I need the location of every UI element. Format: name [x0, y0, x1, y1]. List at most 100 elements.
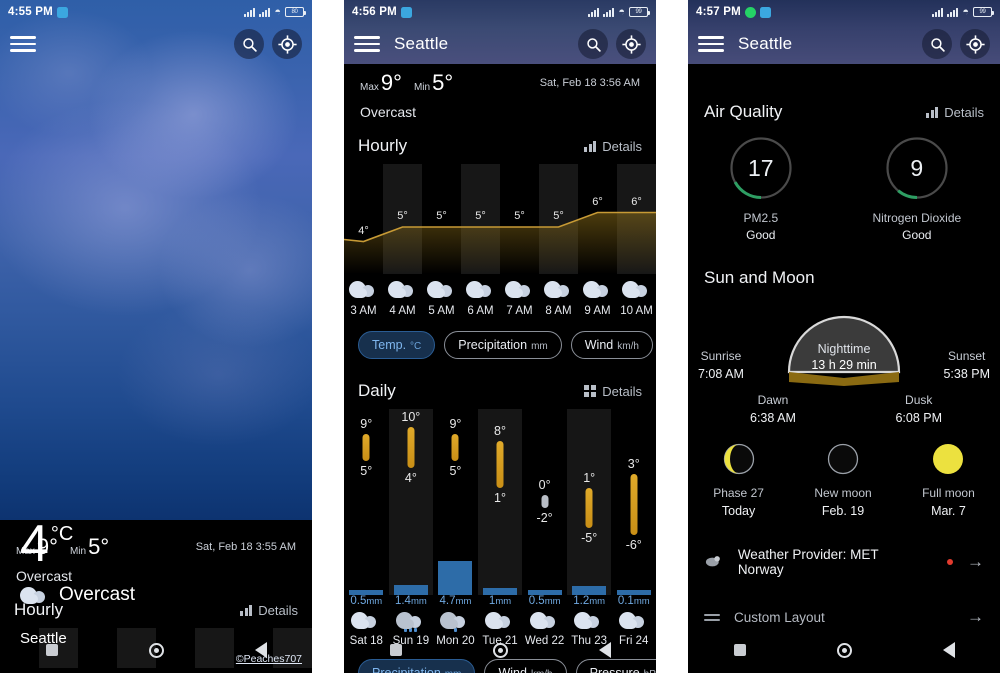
- crescent-moon-icon: [723, 443, 754, 475]
- weather-provider-row[interactable]: Weather Provider: MET Norway →: [688, 532, 1000, 592]
- location-button-1[interactable]: [272, 29, 302, 59]
- location-button-2[interactable]: [616, 29, 646, 59]
- daily-low-label: -5°: [581, 531, 598, 546]
- status-left-3: 4:57 PM: [696, 6, 771, 18]
- signal-icon-2: [603, 7, 615, 17]
- gauge-status: Good: [902, 228, 932, 242]
- weather-provider-label: Weather Provider: MET Norway: [737, 547, 879, 577]
- hourly-chip-temp-[interactable]: Temp. °C: [358, 331, 436, 359]
- daily-details-label: Details: [602, 383, 642, 399]
- message-badge-icon: [56, 6, 68, 18]
- hourly-temp-label: 5°: [397, 210, 408, 222]
- daily-precip-label: 0.1mm: [617, 595, 650, 607]
- daily-precip-bar: [438, 561, 473, 595]
- recents-icon[interactable]: [45, 644, 58, 656]
- signal-icon-2: [947, 7, 959, 17]
- back-icon[interactable]: [598, 642, 611, 658]
- daily-details-button[interactable]: Details: [584, 384, 642, 399]
- home-icon[interactable]: [148, 642, 164, 658]
- air-quality-gauge[interactable]: 17 PM2.5 Good: [727, 134, 795, 242]
- recents-icon[interactable]: [389, 644, 402, 656]
- back-icon[interactable]: [254, 642, 267, 658]
- daily-low-label: -2°: [536, 511, 553, 525]
- cloud-icon: [504, 280, 535, 299]
- daily-low-label: -6°: [625, 538, 642, 552]
- app-bar-3: Seattle: [688, 24, 1000, 64]
- daily-precip-bar: [483, 587, 518, 595]
- sky-background: [0, 0, 312, 520]
- daily-precip-bar: [572, 586, 607, 595]
- location-button-3[interactable]: [960, 29, 990, 59]
- status-time-2: 4:56 PM: [352, 6, 397, 18]
- phone-panel-1: 4:55 PM ◓ 80 4 °C Overcast Seattle ©Peac…: [0, 0, 312, 673]
- search-button-2[interactable]: [578, 29, 608, 59]
- search-button-1[interactable]: [234, 29, 264, 59]
- location-icon: [277, 34, 297, 54]
- daily-temp-bar: [451, 433, 459, 461]
- current-temperature: 4 °C: [20, 518, 135, 570]
- hourly-chip-wind[interactable]: Wind km/h: [570, 331, 653, 359]
- daily-chart[interactable]: 9° 5° 10° 4° 9° 5° 8° 1° 0° -2° 1° -5° 3° -6°: [344, 409, 656, 595]
- hourly-chip-precipitation[interactable]: Precipitation mm: [444, 331, 562, 359]
- back-icon[interactable]: [942, 642, 955, 658]
- min-value-2: 5°: [432, 70, 454, 95]
- chip-unit: °C: [410, 341, 422, 352]
- timestamp-label: Sat, Feb 18 3:55 AM: [195, 541, 296, 553]
- max-label-2: Max: [360, 82, 379, 93]
- gauge-status: Good: [746, 228, 776, 242]
- hamburger-icon[interactable]: [10, 31, 36, 57]
- hourly-time-label: 10 AM: [620, 305, 653, 317]
- hourly-time-label: 3 AM: [350, 305, 377, 317]
- recents-icon[interactable]: [733, 644, 746, 656]
- daily-low-label: 4°: [404, 470, 417, 485]
- home-icon[interactable]: [836, 642, 852, 658]
- daily-column: 8° 1°: [477, 409, 523, 595]
- app-bar-1: [0, 24, 312, 64]
- cloud-icon: [582, 280, 613, 299]
- status-right: ◓ 80: [244, 6, 306, 18]
- hourly-metric-chips[interactable]: Temp.°CPrecipitationmmWindkm/hPressurehP…: [344, 317, 656, 361]
- daily-temp-bar: [407, 427, 415, 468]
- status-bar-1: 4:55 PM ◓ 80: [0, 0, 312, 24]
- signal-icon-2: [259, 7, 271, 17]
- hamburger-icon[interactable]: [354, 31, 380, 57]
- dusk-time: 6:08 PM: [895, 411, 942, 426]
- daily-low-label: 5°: [449, 463, 462, 478]
- provider-status-dot: [947, 559, 953, 565]
- status-bar-3: 4:57 PM ◓ 99: [688, 0, 1000, 24]
- daily-precip-bar: [393, 584, 428, 595]
- search-button-3[interactable]: [922, 29, 952, 59]
- daily-precip-bar: [616, 590, 651, 595]
- home-icon[interactable]: [492, 642, 508, 658]
- daily-precip-label: 1.2mm: [573, 595, 606, 607]
- hamburger-icon[interactable]: [698, 31, 724, 57]
- air-quality-gauges: 17 PM2.5 Good 9 Nitrogen Dioxide Good: [688, 128, 1000, 242]
- daily-temp-bar: [541, 494, 549, 508]
- sun-moon-head: Sun and Moon: [688, 242, 1000, 294]
- panel-gap-1: [312, 0, 344, 673]
- hourly-time-label: 5 AM: [428, 305, 455, 317]
- air-quality-title: Air Quality: [704, 102, 783, 121]
- dusk-group: Dusk 6:08 PM: [895, 392, 942, 428]
- moon-phase-item: Full moon Mar. 7: [922, 442, 975, 518]
- hourly-icon-cell: [422, 280, 461, 299]
- hourly-details-button-2[interactable]: Details: [584, 139, 642, 154]
- gauge-value: 17: [748, 154, 774, 181]
- air-quality-details-button[interactable]: Details: [926, 105, 984, 120]
- app-bar-title-3: Seattle: [738, 34, 793, 53]
- phone-panel-2: 4:56 PM ◓ 99 Seattle Max 9° Min 5° Sat, …: [344, 0, 656, 673]
- hourly-details-button-1[interactable]: Details: [240, 603, 298, 618]
- daily-high-label: 1°: [583, 470, 596, 485]
- moon-phase-name: Phase 27: [713, 486, 764, 500]
- nav-bar-2: [344, 627, 656, 673]
- hourly-chart[interactable]: 4° 5° 5° 5° 5° 5° 6° 6°: [344, 164, 656, 274]
- hourly-icon-cell: [539, 280, 578, 299]
- sunset-label: Sunset: [948, 349, 986, 363]
- new-moon-icon: [827, 443, 859, 475]
- hourly-temp-label: 4°: [358, 224, 369, 237]
- location-icon: [965, 34, 985, 54]
- status-time: 4:55 PM: [8, 6, 53, 18]
- moon-phase-item: New moon Feb. 19: [814, 442, 872, 518]
- bar-chart-icon: [240, 604, 253, 616]
- air-quality-gauge[interactable]: 9 Nitrogen Dioxide Good: [872, 134, 961, 242]
